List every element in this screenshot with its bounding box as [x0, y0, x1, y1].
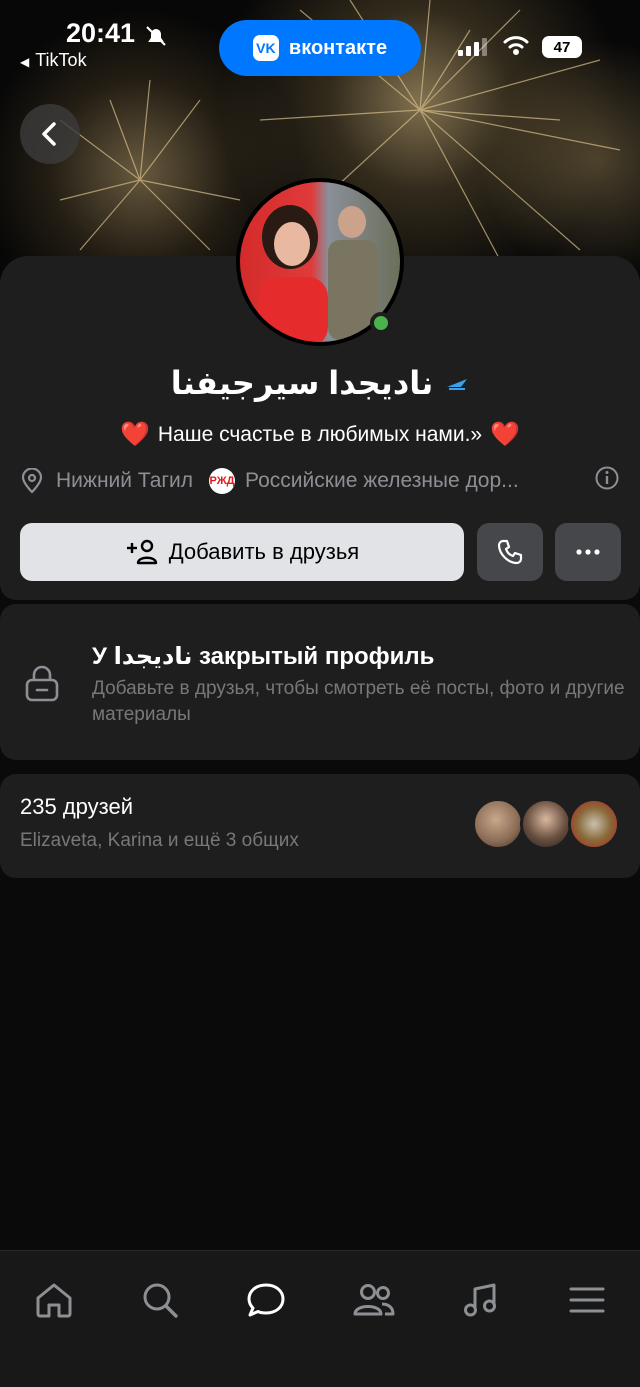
back-app-label: TikTok: [35, 50, 87, 70]
tab-friends[interactable]: [334, 1273, 414, 1327]
signal-icon: [458, 38, 487, 56]
wifi-icon: [502, 34, 530, 61]
chevron-left-icon: [42, 122, 56, 146]
mutual-friends: Elizaveta, Karina и ещё 3 общих: [20, 830, 299, 851]
app-pill[interactable]: VK вконтакте: [219, 20, 421, 76]
back-triangle-icon: ◀: [20, 55, 30, 69]
friends-count: 235 друзей: [20, 794, 134, 819]
home-icon: [36, 1283, 72, 1318]
add-user-icon: [126, 539, 157, 565]
heart-icon: ❤️: [119, 421, 150, 448]
work-label[interactable]: Российские железные дор...: [245, 469, 557, 493]
status-bar: 20:41 ◀ TikTok VK вконтакте 47: [0, 0, 640, 90]
back-to-app-link[interactable]: ◀ TikTok: [20, 50, 87, 71]
closed-profile-card: У ناديجدا закрытый профиль Добавьте в др…: [0, 604, 640, 760]
add-friend-label: Добавить в друзья: [168, 539, 360, 564]
profile-name: ناديجدا سيرجيفنا: [170, 365, 434, 401]
more-button[interactable]: [555, 523, 621, 581]
add-friend-button[interactable]: Добавить в друзья: [20, 523, 464, 581]
messages-icon: [247, 1283, 285, 1317]
lock-icon: [25, 665, 59, 702]
tab-search[interactable]: [120, 1273, 200, 1327]
closed-profile-title: У ناديجدا закрытый профиль: [92, 643, 435, 670]
vk-logo-icon: VK: [252, 35, 279, 61]
location[interactable]: Нижний Тагил: [20, 468, 193, 494]
friends-icon: [353, 1284, 395, 1316]
menu-icon: [569, 1287, 605, 1313]
status-text: Наше счастье в любимых нами.»: [157, 422, 483, 446]
profile-name-row: ناديجدا سيرجيفنا: [0, 364, 640, 402]
search-icon: [143, 1283, 178, 1318]
tab-music[interactable]: [440, 1273, 520, 1327]
call-button[interactable]: [477, 523, 543, 581]
heart-icon: ❤️: [490, 421, 521, 448]
phone-icon: [497, 539, 523, 565]
more-icon: [576, 549, 600, 555]
esports-badge-icon[interactable]: [445, 373, 469, 393]
back-button[interactable]: [20, 104, 80, 164]
friend-avatar[interactable]: [472, 798, 524, 850]
profile-status: ❤️ Наше счастье в любимых нами.» ❤️: [0, 420, 640, 449]
bell-slash-icon: [144, 24, 168, 53]
profile-info-row: Нижний Тагил РЖД Российские железные дор…: [20, 466, 620, 496]
location-pin-icon: [21, 468, 43, 494]
closed-profile-description: Добавьте в друзья, чтобы смотреть её пос…: [92, 678, 625, 725]
online-indicator: [370, 312, 392, 334]
battery-icon: 47: [542, 36, 582, 58]
info-icon[interactable]: [594, 465, 620, 497]
tab-bar: [0, 1250, 640, 1387]
clock: 20:41: [66, 18, 136, 48]
tab-messages[interactable]: [226, 1273, 306, 1327]
friend-avatar[interactable]: [568, 798, 620, 850]
city-label: Нижний Тагил: [56, 469, 194, 492]
friends-card[interactable]: 235 друзей Elizaveta, Karina и ещё 3 общ…: [0, 774, 640, 878]
music-icon: [464, 1283, 496, 1317]
tab-home[interactable]: [14, 1273, 94, 1327]
tab-menu[interactable]: [547, 1273, 627, 1327]
rzd-logo-icon: РЖД: [209, 468, 236, 494]
friend-avatar[interactable]: [520, 798, 572, 850]
app-pill-label: вконтакте: [288, 36, 388, 59]
